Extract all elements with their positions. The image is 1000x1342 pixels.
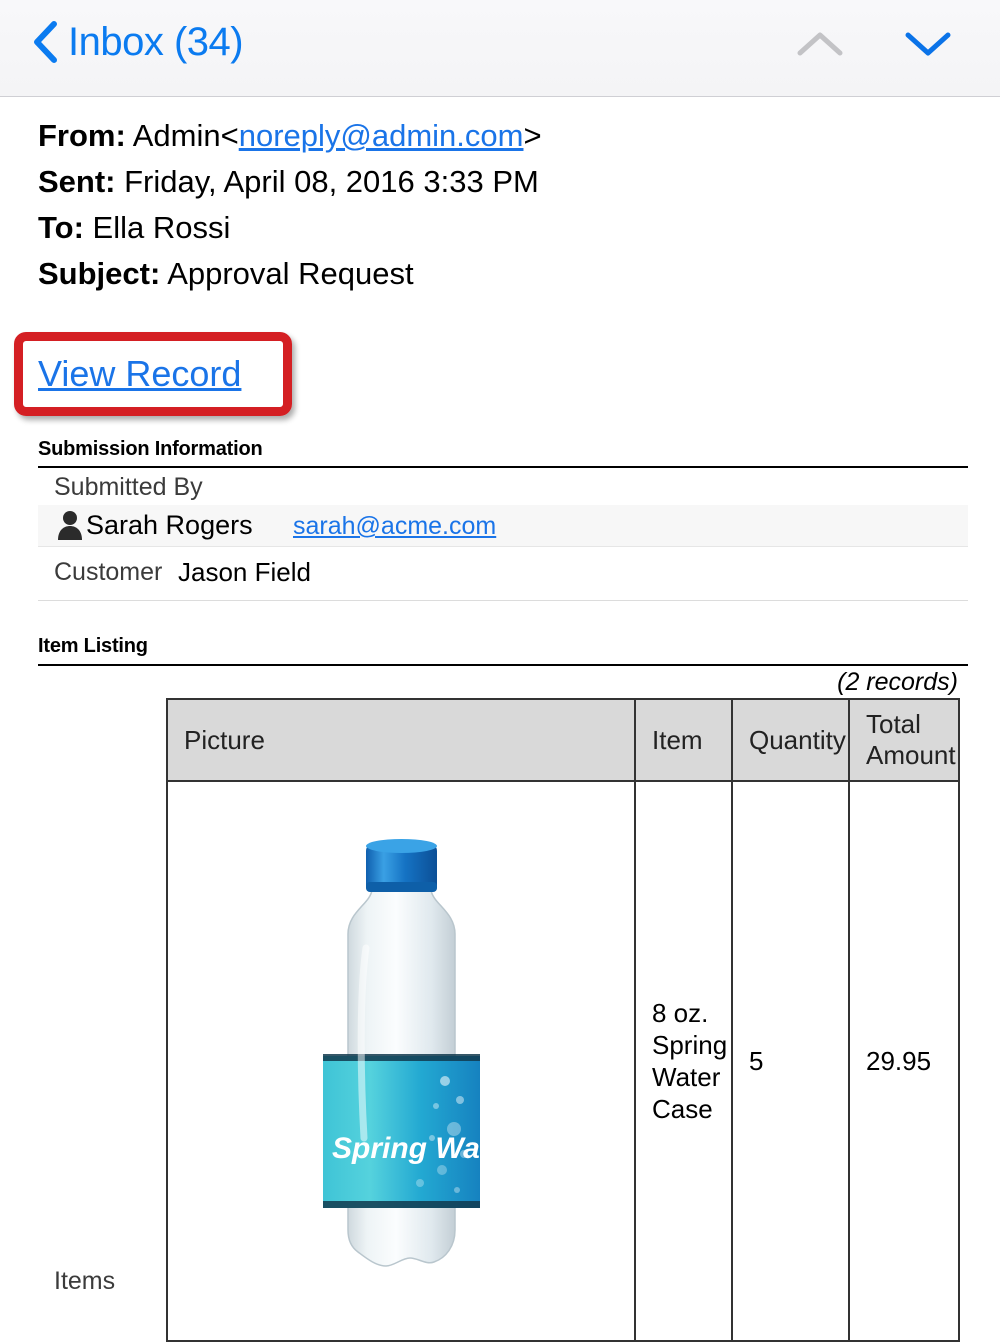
submitted-by-label: Submitted By bbox=[54, 473, 203, 502]
email-from-open-bracket: < bbox=[221, 118, 239, 153]
table-header-row: Picture Item Quantity Total Amount bbox=[167, 699, 959, 781]
email-header-block: From: Admin<noreply@admin.com> Sent: Fri… bbox=[38, 113, 968, 297]
submitter-email-link[interactable]: sarah@acme.com bbox=[293, 508, 496, 544]
submission-information-title: Submission Information bbox=[38, 438, 263, 461]
submission-section-divider bbox=[38, 466, 968, 468]
cell-item: 8 oz. Spring Water Case bbox=[635, 781, 732, 1341]
records-count-label: (2 records) bbox=[837, 668, 958, 697]
column-header-quantity[interactable]: Quantity bbox=[732, 699, 849, 781]
email-subject-line: Subject: Approval Request bbox=[38, 251, 968, 297]
column-header-total-amount[interactable]: Total Amount bbox=[849, 699, 959, 781]
cell-picture: Spring Water bbox=[167, 781, 635, 1341]
submitter-name: Sarah Rogers bbox=[86, 507, 253, 543]
back-to-inbox-button[interactable]: Inbox (34) bbox=[32, 20, 243, 64]
items-footer-label: Items bbox=[54, 1267, 115, 1296]
email-from-line: From: Admin<noreply@admin.com> bbox=[38, 113, 968, 159]
email-sent-label: Sent: bbox=[38, 164, 116, 199]
customer-value: Jason Field bbox=[178, 557, 311, 588]
back-to-inbox-label: Inbox (34) bbox=[68, 20, 243, 64]
chevron-left-icon bbox=[32, 20, 58, 64]
email-from-address-link[interactable]: noreply@admin.com bbox=[239, 118, 524, 153]
email-subject-label: Subject: bbox=[38, 256, 160, 291]
column-header-item[interactable]: Item bbox=[635, 699, 732, 781]
email-sent-line: Sent: Friday, April 08, 2016 3:33 PM bbox=[38, 159, 968, 205]
customer-row-divider bbox=[38, 600, 968, 601]
nav-bar: Inbox (34) bbox=[0, 0, 1000, 97]
submitted-by-row: Sarah Rogers sarah@acme.com bbox=[38, 505, 968, 547]
item-listing-table: Picture Item Quantity Total Amount bbox=[166, 698, 960, 1342]
chevron-down-icon[interactable] bbox=[900, 24, 956, 64]
email-from-label: From: bbox=[38, 118, 126, 153]
view-record-link[interactable]: View Record bbox=[38, 352, 241, 396]
cell-quantity: 5 bbox=[732, 781, 849, 1341]
column-header-picture[interactable]: Picture bbox=[167, 699, 635, 781]
item-listing-title: Item Listing bbox=[38, 635, 148, 658]
chevron-up-icon[interactable] bbox=[792, 24, 848, 64]
email-sent-value: Friday, April 08, 2016 3:33 PM bbox=[124, 164, 539, 199]
person-icon bbox=[56, 510, 84, 540]
email-to-label: To: bbox=[38, 210, 84, 245]
email-from-close-bracket: > bbox=[523, 118, 541, 153]
cell-total-amount: 29.95 bbox=[849, 781, 959, 1341]
customer-label: Customer bbox=[54, 558, 162, 587]
spring-water-bottle-image: Spring Water bbox=[314, 838, 489, 1278]
bottle-label-text: Spring Water bbox=[332, 1132, 489, 1165]
email-to-value: Ella Rossi bbox=[93, 210, 231, 245]
message-navigation bbox=[792, 24, 956, 64]
table-row: Spring Water 8 oz. Spring Water Case 5 2… bbox=[167, 781, 959, 1341]
email-subject-value: Approval Request bbox=[167, 256, 413, 291]
item-listing-divider bbox=[38, 664, 968, 666]
email-to-line: To: Ella Rossi bbox=[38, 205, 968, 251]
email-from-name: Admin bbox=[133, 118, 221, 153]
